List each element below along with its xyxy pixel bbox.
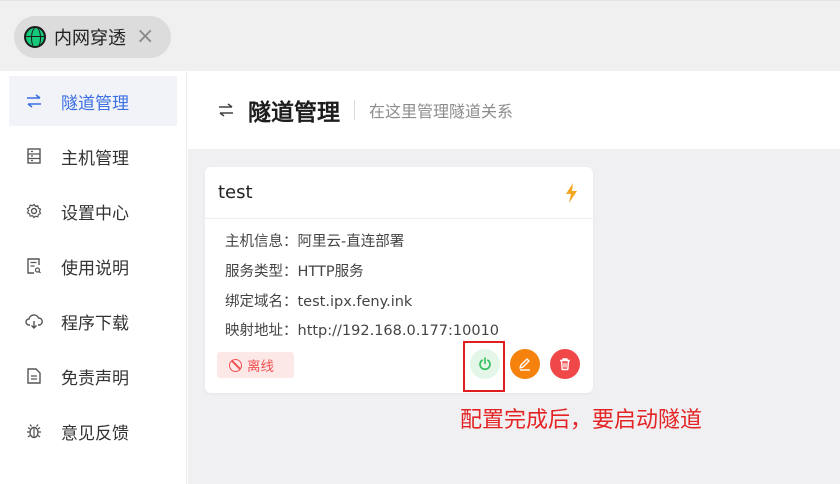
tunnel-name: test: [218, 182, 253, 203]
info-key: 绑定域名：: [225, 294, 298, 310]
sidebar-item-host-management[interactable]: 主机管理: [9, 131, 177, 181]
info-key: 服务类型：: [225, 264, 298, 280]
bug-icon: [25, 422, 43, 440]
close-icon[interactable]: ×: [136, 26, 154, 48]
sidebar-item-disclaimer[interactable]: 免责声明: [9, 351, 177, 401]
sidebar-item-label: 使用说明: [61, 258, 129, 279]
gear-icon: [25, 202, 43, 220]
info-row-domain: 绑定域名：test.ipx.feny.ink: [225, 290, 412, 311]
swap-icon: [218, 98, 234, 122]
sidebar-item-label: 主机管理: [61, 148, 129, 169]
annotation-text: 配置完成后，要启动隧道: [460, 408, 703, 433]
doc-icon: [25, 257, 43, 275]
info-row-host: 主机信息：阿里云-直连部署: [225, 230, 404, 251]
edit-tunnel-button[interactable]: [510, 349, 540, 379]
tab-intranet-penetration[interactable]: 内网穿透 ×: [14, 16, 171, 58]
sidebar-item-program-download[interactable]: 程序下载: [9, 296, 177, 346]
sidebar-item-usage-guide[interactable]: 使用说明: [9, 241, 177, 291]
info-value: HTTP服务: [297, 264, 364, 280]
page-subtitle: 在这里管理隧道关系: [369, 102, 514, 121]
swap-icon: [25, 92, 43, 110]
ban-icon: [229, 358, 242, 372]
info-value: test.ipx.feny.ink: [297, 294, 413, 310]
page-title: 隧道管理: [248, 100, 340, 126]
tunnel-card: test 主机信息：阿里云-直连部署 服务类型：HTTP服务 绑定域名：test…: [205, 167, 593, 393]
header-divider: [354, 100, 355, 120]
status-text: 离线: [247, 359, 274, 375]
globe-icon: [24, 26, 46, 48]
cloud-download-icon: [25, 312, 43, 330]
card-header: test: [205, 167, 593, 219]
delete-tunnel-button[interactable]: [550, 349, 580, 379]
info-value: http://192.168.0.177:10010: [297, 323, 500, 339]
sidebar-item-tunnel-management[interactable]: 隧道管理: [9, 76, 177, 126]
sidebar-item-settings[interactable]: 设置中心: [9, 186, 177, 236]
tab-bar: 内网穿透 ×: [0, 0, 840, 71]
info-key: 映射地址：: [225, 323, 298, 339]
sidebar-item-label: 设置中心: [61, 203, 129, 224]
file-icon: [25, 367, 43, 385]
server-icon: [25, 147, 43, 165]
trash-icon: [560, 358, 570, 371]
sidebar-item-label: 隧道管理: [61, 93, 129, 114]
status-badge: 离线: [217, 352, 294, 378]
info-value: 阿里云-直连部署: [297, 234, 405, 250]
pencil-icon: [519, 358, 530, 371]
lightning-icon: [566, 182, 577, 203]
sidebar-item-label: 免责声明: [61, 368, 129, 389]
sidebar-item-label: 程序下载: [61, 313, 129, 334]
info-row-mapping-address: 映射地址：http://192.168.0.177:10010: [225, 319, 499, 340]
sidebar-item-label: 意见反馈: [61, 423, 129, 444]
sidebar-item-feedback[interactable]: 意见反馈: [9, 406, 177, 456]
sidebar: 隧道管理 主机管理 设置中心 使用说明 程序下载 免责声明 意见反馈: [0, 71, 187, 484]
info-row-service-type: 服务类型：HTTP服务: [225, 260, 364, 281]
tab-label: 内网穿透: [54, 28, 126, 49]
info-key: 主机信息：: [225, 234, 298, 250]
page-header: 隧道管理 在这里管理隧道关系: [188, 71, 840, 149]
annotation-highlight-box: [463, 341, 505, 392]
